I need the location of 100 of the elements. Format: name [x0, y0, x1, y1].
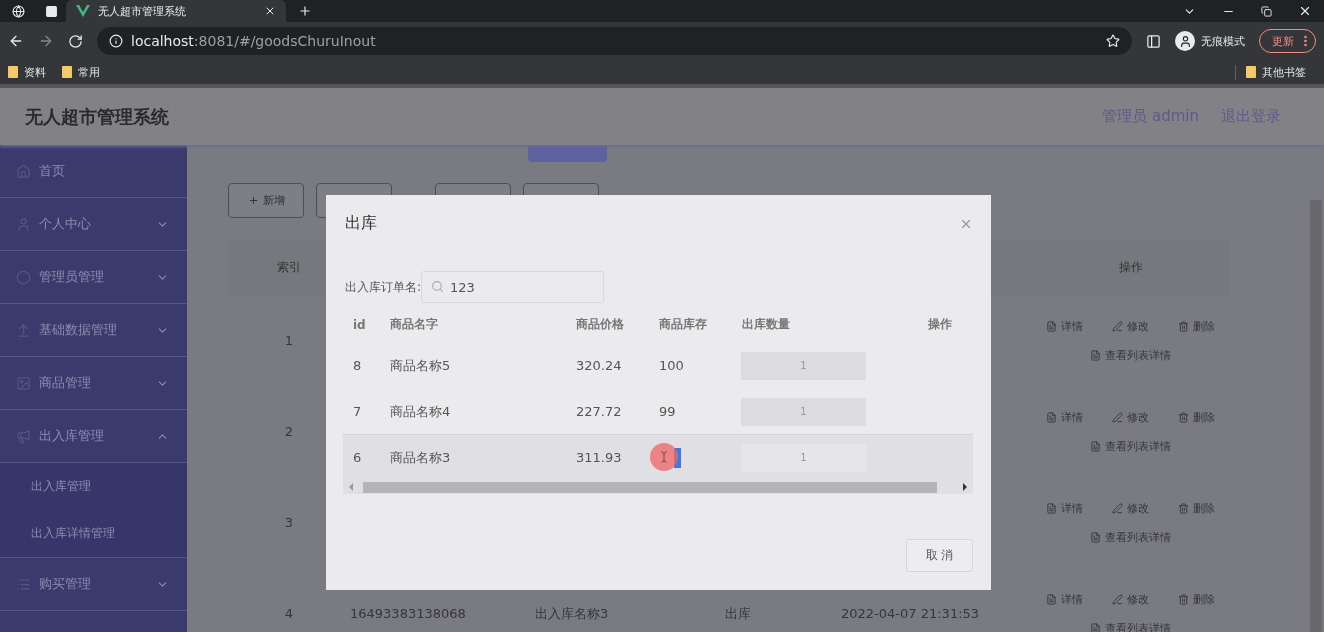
globe-icon[interactable]: [12, 4, 25, 18]
side-panel-icon[interactable]: [1146, 33, 1161, 49]
bookmark[interactable]: 其他书签: [1262, 64, 1306, 80]
document-icon: [1090, 622, 1101, 632]
column-header: 操作: [927, 316, 953, 333]
quantity-field[interactable]: 1: [741, 397, 866, 426]
window-icon[interactable]: [45, 4, 58, 18]
image-icon: [16, 375, 31, 391]
pen-icon: [1112, 411, 1123, 423]
pen-icon: [1112, 502, 1123, 514]
info-icon[interactable]: [109, 34, 123, 48]
table-cell-text: 100: [658, 357, 685, 375]
user-icon: [16, 216, 31, 232]
action-link[interactable]: 删除: [1193, 591, 1216, 607]
search-field[interactable]: 123: [421, 271, 605, 303]
action-link[interactable]: 删除: [1193, 409, 1216, 425]
action-link[interactable]: 删除: [1193, 500, 1216, 516]
profile-label: 无痕模式: [1201, 33, 1245, 49]
table-cell-text: 320.24: [575, 357, 623, 375]
trash-icon: [1178, 593, 1190, 605]
folder-icon: [62, 66, 72, 78]
scrollbar-thumb[interactable]: [363, 481, 937, 493]
table-cell-text: 7: [352, 403, 363, 421]
dialog-title: 出库: [345, 213, 377, 234]
column-header: id: [352, 316, 367, 334]
table-cell-text: 商品名称3: [389, 448, 452, 467]
bookmark[interactable]: 常用: [78, 64, 100, 80]
trash-icon: [1178, 502, 1190, 514]
document-icon: [1090, 531, 1101, 543]
quantity-field[interactable]: 1: [741, 351, 866, 380]
table-cell-text: 8: [352, 357, 363, 375]
action-link[interactable]: 修改: [1127, 500, 1149, 516]
table-cell-text: 2022-04-07 21:31:53: [841, 605, 981, 623]
sidebar-item[interactable]: 个人中心: [0, 198, 187, 251]
sidebar-item[interactable]: 商品管理: [0, 357, 187, 410]
address-bar[interactable]: localhost:8081/#/goodsChuruInout: [97, 27, 1132, 55]
url-host: localhost: [131, 33, 194, 49]
table-row[interactable]: 8 商品名称5 320.24 100 1: [343, 342, 973, 388]
trash-icon: [1178, 320, 1190, 332]
circle-icon: [16, 269, 31, 285]
folder-icon: [8, 66, 18, 78]
table-row[interactable]: 7 商品名称4 227.72 99 1: [343, 388, 973, 434]
submenu-item[interactable]: 出入库详情管理: [0, 510, 187, 557]
table-cell-text: 99: [658, 403, 677, 421]
table-cell-text: 商品名称4: [389, 402, 452, 421]
reload-icon[interactable]: [68, 33, 83, 49]
table-cell-text: 16493383138068: [350, 605, 467, 623]
list-icon: [16, 576, 31, 592]
trash-icon: [1178, 411, 1190, 423]
sidebar-item[interactable]: 管理员管理: [0, 251, 187, 304]
click-indicator: [650, 443, 678, 471]
column-header: 商品价格: [575, 316, 625, 333]
close-icon[interactable]: [1298, 4, 1312, 18]
bookmark[interactable]: 资料: [24, 64, 46, 80]
action-link[interactable]: 修改: [1127, 591, 1149, 607]
add-button[interactable]: 新增: [228, 183, 304, 218]
table-cell-text: 3: [283, 514, 295, 532]
url-path: :8081/#/goodsChuruInout: [193, 33, 376, 49]
browser-tab[interactable]: 无人超市管理系统: [66, 0, 286, 22]
vue-logo-icon: [76, 5, 90, 17]
app-title: 无人超市管理系统: [25, 104, 169, 129]
pen-icon: [1112, 593, 1123, 605]
star-icon[interactable]: [1106, 34, 1120, 48]
new-tab-icon[interactable]: [298, 4, 312, 18]
upload-icon: [16, 322, 31, 338]
table-cell-text: 商品名称5: [389, 356, 452, 375]
plus-icon: [247, 195, 259, 206]
column-header: 出库数量: [741, 316, 791, 333]
cancel-button[interactable]: 取 消: [906, 539, 973, 572]
document-icon: [1090, 440, 1101, 452]
sidebar-item[interactable]: 购买管理: [0, 558, 187, 611]
pen-icon: [1112, 320, 1123, 332]
more-icon[interactable]: [1304, 35, 1307, 47]
quantity-field[interactable]: 1: [741, 443, 866, 472]
document-icon: [1090, 349, 1101, 361]
column-header: 商品名字: [389, 316, 439, 333]
action-link[interactable]: 修改: [1127, 318, 1149, 334]
document-icon: [1045, 593, 1057, 605]
sidebar-item[interactable]: 基础数据管理: [0, 304, 187, 357]
action-link[interactable]: 修改: [1127, 409, 1149, 425]
table-cell-text: 出入库名称3: [535, 604, 610, 623]
table-cell-text: 6: [352, 449, 363, 467]
submenu-item[interactable]: 出入库管理: [0, 463, 187, 510]
close-icon[interactable]: [264, 5, 276, 17]
search-icon: [431, 280, 445, 293]
action-link[interactable]: 删除: [1193, 318, 1216, 334]
scroll-right-icon[interactable]: [963, 483, 967, 491]
home-icon: [16, 163, 31, 179]
table-cell-text: 4: [283, 605, 295, 623]
restore-icon[interactable]: [1261, 5, 1272, 17]
sidebar-item[interactable]: 首页: [0, 145, 187, 198]
table-row[interactable]: 6 商品名称3 311.93 1: [343, 434, 973, 480]
table-cell-text: 2: [283, 423, 295, 441]
back-icon[interactable]: [8, 33, 24, 49]
document-icon: [1045, 320, 1057, 332]
forward-icon[interactable]: [38, 33, 54, 49]
folder-icon: [1246, 66, 1256, 78]
tab-title: 无人超市管理系统: [98, 3, 187, 19]
document-icon: [1045, 502, 1057, 514]
horizontal-scrollbar[interactable]: [343, 480, 973, 494]
